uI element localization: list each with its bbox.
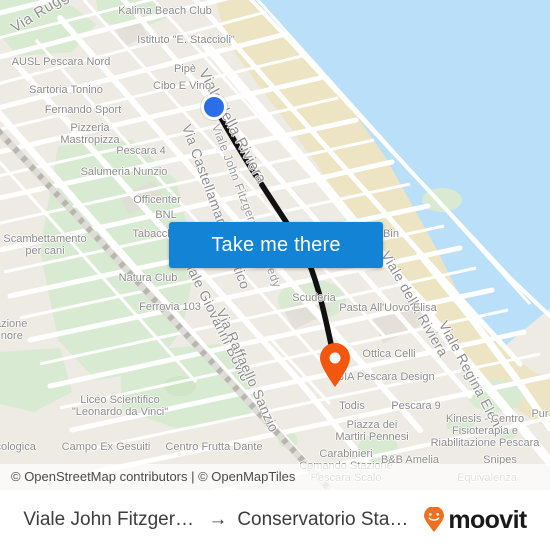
moovit-pin-icon	[424, 507, 445, 532]
map-attribution[interactable]: © OpenStreetMap contributors | © OpenMap…	[0, 464, 550, 490]
destination-location-marker[interactable]	[318, 342, 352, 388]
moovit-map-screen: Via Ruggero Viale della Riviera Via Cast…	[0, 0, 550, 550]
route-origin-label: Viale John Fitzgerald ...	[23, 509, 199, 530]
route-footer: Viale John Fitzgerald ... → Conservatori…	[0, 490, 550, 550]
moovit-logo[interactable]: moovit	[422, 505, 527, 534]
map-pin-icon	[320, 343, 350, 387]
arrow-right-icon: →	[208, 509, 228, 530]
take-me-there-button[interactable]: Take me there	[169, 222, 383, 268]
map-canvas[interactable]: Via Ruggero Viale della Riviera Via Cast…	[0, 0, 550, 490]
origin-location-marker[interactable]	[201, 94, 227, 120]
moovit-wordmark: moovit	[448, 505, 527, 534]
route-destination-label: Conservatorio Statale ""Lui...	[237, 509, 412, 530]
